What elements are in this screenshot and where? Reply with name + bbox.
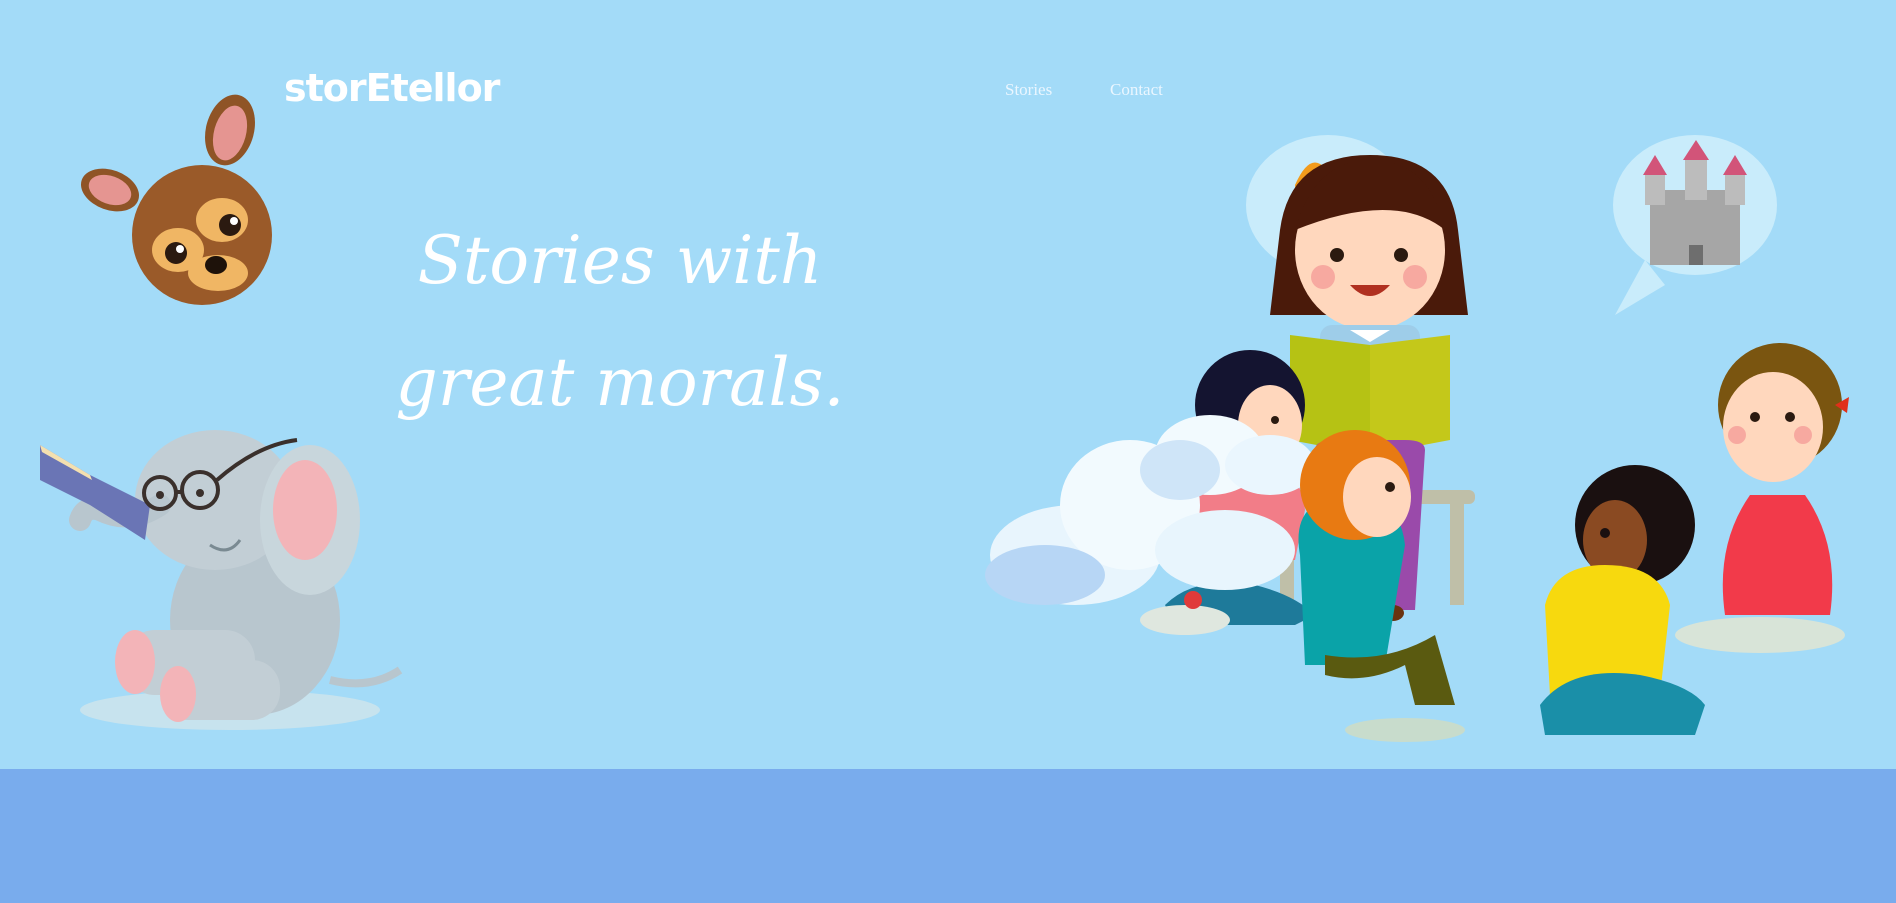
storytelling-kids-illustration — [985, 135, 1849, 742]
reading-elephant-illustration — [40, 430, 403, 730]
brand-logo[interactable]: storEtellor — [284, 66, 500, 110]
nav-stories-link[interactable]: Stories — [1005, 80, 1052, 100]
hero-tagline: Stories with great morals. — [395, 222, 845, 421]
nav-contact-link[interactable]: Contact — [1110, 80, 1163, 100]
bottom-band — [0, 769, 1896, 903]
deer-mascot-icon — [80, 94, 272, 305]
